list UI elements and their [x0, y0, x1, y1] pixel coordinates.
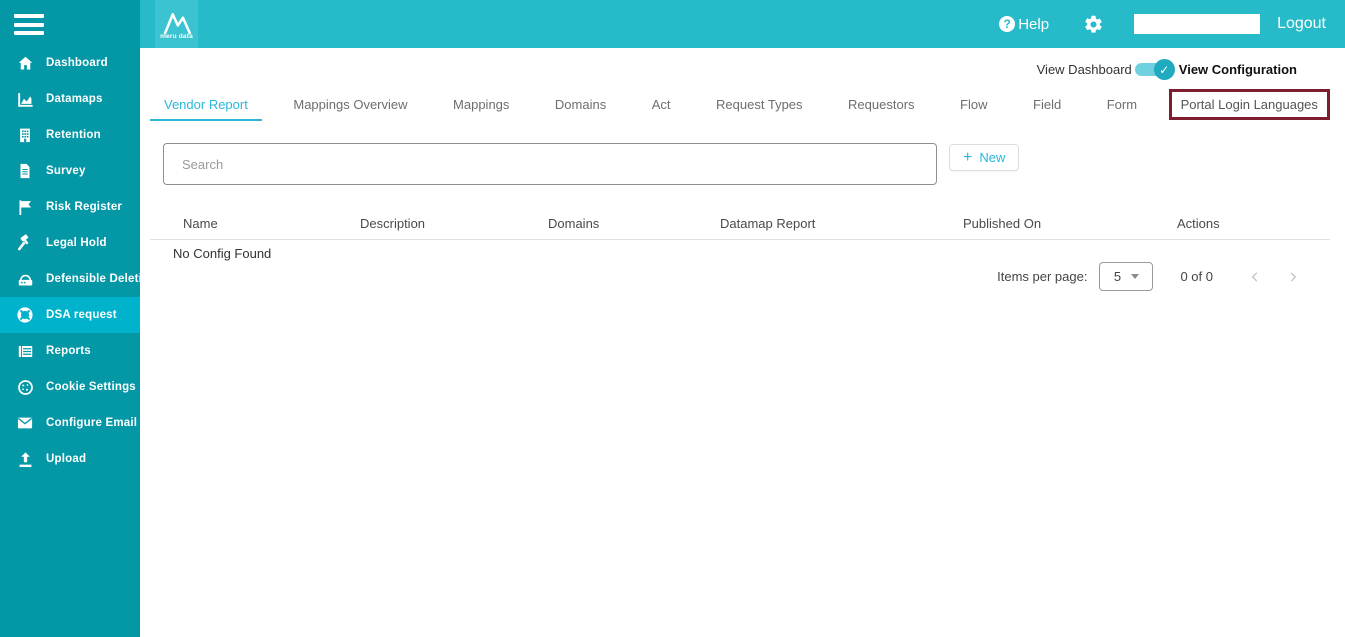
table-header-row: Name Description Domains Datamap Report …	[150, 208, 1330, 240]
tab-mappings[interactable]: Mappings	[439, 89, 523, 121]
chevron-down-icon	[1131, 274, 1139, 279]
report-icon	[14, 340, 36, 362]
home-icon	[14, 52, 36, 74]
sidebar-item-label: Retention	[46, 129, 101, 141]
sidebar-item-label: Upload	[46, 453, 86, 465]
sidebar-item-survey[interactable]: Survey	[0, 153, 140, 189]
sidebar-item-label: Defensible Deletion	[46, 273, 157, 285]
gavel-icon	[14, 232, 36, 254]
tab-flow[interactable]: Flow	[946, 89, 1001, 121]
tab-domains[interactable]: Domains	[541, 89, 620, 121]
column-header-description: Description	[360, 216, 548, 231]
topbar-search-input[interactable]	[1134, 14, 1260, 34]
menu-icon[interactable]	[14, 14, 44, 36]
sidebar-item-label: Configure Email	[46, 417, 137, 429]
items-per-page-label: Items per page:	[997, 269, 1087, 284]
sidebar-item-legal-hold[interactable]: Legal Hold	[0, 225, 140, 261]
main-content: View Dashboard ✓ View Configuration Vend…	[140, 48, 1345, 637]
topbar: meru data ? Help Logout	[140, 0, 1345, 48]
view-mode-toggle[interactable]: ✓	[1135, 63, 1167, 76]
cookie-icon	[14, 376, 36, 398]
tab-act[interactable]: Act	[638, 89, 685, 121]
sidebar-item-label: Datamaps	[46, 93, 103, 105]
view-toggle-row: View Dashboard ✓ View Configuration	[1037, 62, 1297, 77]
sidebar: Dashboard Datamaps Retention Survey	[0, 0, 140, 637]
brand-name: meru data	[160, 33, 193, 40]
sidebar-item-configure-email[interactable]: Configure Email	[0, 405, 140, 441]
sidebar-item-label: Reports	[46, 345, 91, 357]
sidebar-item-label: Cookie Settings	[46, 381, 136, 393]
question-icon: ?	[999, 16, 1015, 32]
app-window: Dashboard Datamaps Retention Survey	[0, 0, 1345, 637]
tab-vendor-report[interactable]: Vendor Report	[150, 89, 262, 121]
sidebar-item-label: Risk Register	[46, 201, 122, 213]
plus-icon: +	[963, 150, 972, 166]
search-row: + New	[163, 143, 1019, 185]
tab-portal-login-languages[interactable]: Portal Login Languages	[1169, 89, 1330, 120]
column-header-published-on: Published On	[963, 216, 1177, 231]
sidebar-item-reports[interactable]: Reports	[0, 333, 140, 369]
sidebar-item-cookie-settings[interactable]: Cookie Settings	[0, 369, 140, 405]
flag-icon	[14, 196, 36, 218]
brand-logo: meru data	[155, 0, 198, 48]
chart-icon	[14, 88, 36, 110]
sidebar-item-label: Survey	[46, 165, 86, 177]
sidebar-item-upload[interactable]: Upload	[0, 441, 140, 477]
mountain-logo-icon	[160, 9, 194, 35]
document-icon	[14, 160, 36, 182]
lifering-icon	[14, 304, 36, 326]
tab-mappings-overview[interactable]: Mappings Overview	[279, 89, 421, 121]
new-button-label: New	[979, 150, 1005, 165]
chevron-right-icon[interactable]	[1281, 265, 1305, 289]
column-header-datamap-report: Datamap Report	[720, 216, 963, 231]
page-size-select[interactable]: 5	[1099, 262, 1153, 291]
sidebar-nav: Dashboard Datamaps Retention Survey	[0, 45, 140, 477]
column-header-actions: Actions	[1177, 216, 1330, 231]
sidebar-item-defensible-deletion[interactable]: Defensible Deletion	[0, 261, 140, 297]
drive-icon	[14, 268, 36, 290]
sidebar-item-label: Dashboard	[46, 57, 108, 69]
page-size-value: 5	[1114, 269, 1121, 284]
gear-icon[interactable]	[1083, 14, 1104, 35]
building-icon	[14, 124, 36, 146]
column-header-name: Name	[150, 216, 360, 231]
view-configuration-label: View Configuration	[1179, 62, 1297, 77]
page-range-label: 0 of 0	[1180, 269, 1213, 284]
empty-state-message: No Config Found	[173, 246, 271, 261]
upload-icon	[14, 448, 36, 470]
sidebar-item-label: Legal Hold	[46, 237, 107, 249]
envelope-icon	[14, 412, 36, 434]
tab-bar: Vendor Report Mappings Overview Mappings…	[150, 88, 1330, 121]
sidebar-item-risk-register[interactable]: Risk Register	[0, 189, 140, 225]
sidebar-item-dashboard[interactable]: Dashboard	[0, 45, 140, 81]
sidebar-item-dsa-request[interactable]: DSA request	[0, 297, 140, 333]
help-button[interactable]: ? Help	[999, 16, 1049, 33]
tab-form[interactable]: Form	[1093, 89, 1151, 121]
view-dashboard-label: View Dashboard	[1037, 62, 1132, 77]
column-header-domains: Domains	[548, 216, 720, 231]
help-label: Help	[1018, 16, 1049, 33]
new-button[interactable]: + New	[949, 144, 1019, 171]
pagination: Items per page: 5 0 of 0	[997, 262, 1305, 291]
sidebar-item-label: DSA request	[46, 309, 117, 321]
tab-requestors[interactable]: Requestors	[834, 89, 928, 121]
chevron-left-icon[interactable]	[1243, 265, 1267, 289]
search-input[interactable]	[163, 143, 937, 185]
logout-button[interactable]: Logout	[1277, 15, 1326, 33]
sidebar-item-datamaps[interactable]: Datamaps	[0, 81, 140, 117]
tab-field[interactable]: Field	[1019, 89, 1075, 121]
sidebar-item-retention[interactable]: Retention	[0, 117, 140, 153]
tab-request-types[interactable]: Request Types	[702, 89, 816, 121]
check-icon: ✓	[1154, 59, 1175, 80]
